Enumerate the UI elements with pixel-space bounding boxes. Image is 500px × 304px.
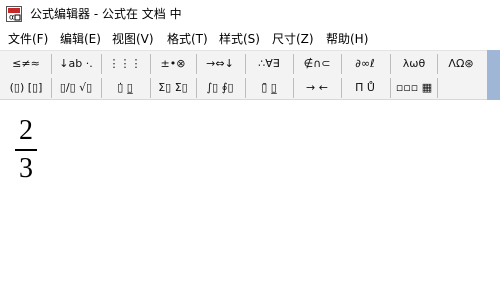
embellishments-palette-button[interactable]: ⋮⋮⋮: [104, 53, 146, 75]
toolbar-divider: [437, 54, 438, 74]
toolbar-divider: [196, 78, 197, 98]
toolbar-divider: [341, 54, 342, 74]
toolbar-divider: [196, 54, 197, 74]
spaces-ellipses-palette-button[interactable]: ↓ab ·.: [55, 53, 97, 75]
toolbar-divider: [341, 78, 342, 98]
products-set-template-button[interactable]: Π̄ Ů: [344, 77, 386, 99]
toolbar-row-symbols: ≤≠≈ ↓ab ·. ⋮⋮⋮ ±•⊗ →⇔↓ ∴∀∃ ∉∩⊂ ∂∞ℓ λωθ Λ…: [0, 52, 487, 76]
misc-symbols-palette-button[interactable]: ∂∞ℓ: [344, 53, 386, 75]
equation-editing-area[interactable]: 2 3: [0, 101, 500, 304]
greek-lowercase-palette-button[interactable]: λωθ: [393, 53, 435, 75]
toolbar-divider: [390, 54, 391, 74]
arrows-palette-button[interactable]: →⇔↓: [199, 53, 241, 75]
toolbar-row-templates: (▯) [▯] ▯/▯ √▯ ▯̇ ▯̲ Σ▯ Σ▯ ∫▯ ∮▯ ▯̄ ▯̲ →…: [0, 76, 487, 100]
matrix-template-button[interactable]: ▫▫▫ ▦: [393, 77, 435, 99]
toolbar-divider: [245, 54, 246, 74]
menu-help[interactable]: 帮助(H): [326, 31, 368, 47]
fraction-radical-template-button[interactable]: ▯/▯ √▯: [55, 77, 97, 99]
set-theory-palette-button[interactable]: ∉∩⊂: [296, 53, 338, 75]
toolbar-divider: [51, 54, 52, 74]
subscript-superscript-template-button[interactable]: ▯̇ ▯̲: [104, 77, 146, 99]
fraction[interactable]: 2 3: [14, 117, 38, 183]
toolbar-divider: [150, 78, 151, 98]
operators-palette-button[interactable]: ±•⊗: [153, 53, 193, 75]
logic-palette-button[interactable]: ∴∀∃: [248, 53, 290, 75]
fences-template-button[interactable]: (▯) [▯]: [6, 77, 46, 99]
menu-size[interactable]: 尺寸(Z): [272, 31, 314, 47]
toolbar-divider: [101, 54, 102, 74]
toolbar-divider: [51, 78, 52, 98]
scrollbar[interactable]: [487, 50, 500, 100]
toolbar-divider: [390, 78, 391, 98]
toolbar-divider: [293, 54, 294, 74]
window-title: 公式编辑器 - 公式在 文档 中: [30, 7, 182, 21]
title-bar: α 公式编辑器 - 公式在 文档 中: [0, 0, 500, 28]
underbar-overbar-template-button[interactable]: ▯̄ ▯̲: [248, 77, 290, 99]
menu-bar: 文件(F) 编辑(E) 视图(V) 格式(T) 样式(S) 尺寸(Z) 帮助(H…: [0, 29, 500, 49]
labeled-arrow-template-button[interactable]: → ←: [296, 77, 338, 99]
integral-template-button[interactable]: ∫▯ ∮▯: [199, 77, 241, 99]
greek-uppercase-palette-button[interactable]: ΛΩ⊛: [440, 53, 482, 75]
toolbar-divider: [150, 54, 151, 74]
fraction-denominator[interactable]: 3: [14, 155, 38, 183]
menu-edit[interactable]: 编辑(E): [60, 31, 101, 47]
menu-file[interactable]: 文件(F): [8, 31, 48, 47]
toolbar-divider: [101, 78, 102, 98]
equation-editor-icon: α: [6, 6, 22, 22]
toolbar-divider: [245, 78, 246, 98]
menu-style[interactable]: 样式(S): [219, 31, 260, 47]
menu-format[interactable]: 格式(T): [167, 31, 208, 47]
summation-template-button[interactable]: Σ▯ Σ▯: [153, 77, 193, 99]
fraction-numerator[interactable]: 2: [14, 117, 38, 145]
symbol-toolbar: ≤≠≈ ↓ab ·. ⋮⋮⋮ ±•⊗ →⇔↓ ∴∀∃ ∉∩⊂ ∂∞ℓ λωθ Λ…: [0, 50, 487, 100]
relations-palette-button[interactable]: ≤≠≈: [6, 53, 46, 75]
toolbar-divider: [437, 78, 438, 98]
toolbar-divider: [293, 78, 294, 98]
svg-text:α: α: [9, 13, 14, 22]
menu-view[interactable]: 视图(V): [112, 31, 154, 47]
fraction-bar: [15, 149, 37, 151]
